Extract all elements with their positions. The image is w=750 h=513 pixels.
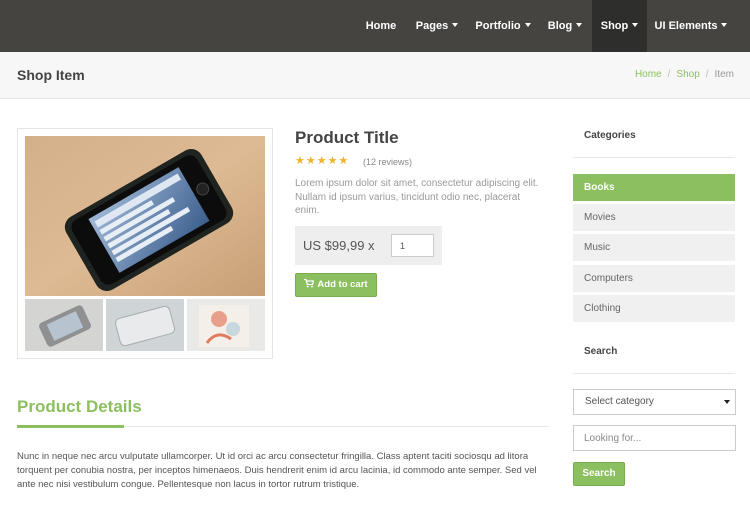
search-button[interactable]: Search (573, 462, 625, 486)
nav-label: Pages (415, 20, 449, 32)
caret-down-icon (632, 23, 639, 28)
page-header: Shop Item Home / Shop / Item (0, 52, 750, 99)
notebook-thumbnail-image (187, 299, 265, 351)
caret-down-icon (721, 23, 728, 28)
add-to-cart-button[interactable]: Add to cart (295, 273, 377, 297)
product-main-image[interactable] (25, 136, 265, 296)
breadcrumb-home-link[interactable]: Home (635, 69, 662, 80)
product-thumbnail[interactable] (106, 299, 184, 351)
category-item-computers[interactable]: Computers (573, 265, 735, 292)
category-item-movies[interactable]: Movies (573, 204, 735, 231)
breadcrumb: Home / Shop / Item (635, 69, 734, 80)
caret-down-icon (452, 23, 459, 28)
category-item-clothing[interactable]: Clothing (573, 295, 735, 322)
caret-down-icon (576, 23, 583, 28)
laptop-thumbnail-image (106, 299, 184, 351)
star-rating-icon: ★★★★★ (295, 155, 350, 167)
category-item-music[interactable]: Music (573, 234, 735, 261)
breadcrumb-separator: / (705, 69, 709, 80)
nav-label: Home (365, 20, 397, 32)
divider (573, 373, 735, 374)
categories-heading: Categories (584, 130, 636, 141)
smartphone-thumbnail-image (25, 299, 103, 351)
product-gallery (17, 128, 273, 359)
breadcrumb-separator: / (667, 69, 671, 80)
nav-label: UI Elements (654, 20, 718, 32)
category-select-value: Select category (585, 396, 654, 407)
product-thumbnail[interactable] (25, 299, 103, 351)
breadcrumb-shop-link[interactable]: Shop (676, 69, 699, 80)
nav-label: Blog (547, 20, 573, 32)
nav-label: Portfolio (475, 20, 521, 32)
product-description: Lorem ipsum dolor sit amet, consectetur … (295, 178, 539, 216)
search-heading: Search (584, 346, 618, 357)
add-to-cart-label: Add to cart (317, 279, 368, 290)
heading-underline (17, 425, 124, 428)
nav-item-ui-elements[interactable]: UI Elements (649, 0, 733, 52)
product-price: US $99,99 x (303, 238, 375, 253)
smartphone-image (25, 136, 265, 296)
review-count-link[interactable]: (12 reviews) (363, 157, 412, 167)
price-box: US $99,99 x (295, 226, 442, 265)
quantity-input[interactable] (391, 234, 434, 257)
category-item-books[interactable]: Books (573, 174, 735, 201)
product-title: Product Title (295, 128, 399, 147)
product-details-text: Nunc in neque nec arcu vulputate ullamco… (17, 451, 537, 490)
nav-item-shop[interactable]: Shop (592, 0, 647, 52)
top-navbar: Home Pages Portfolio Blog Shop UI Elemen… (0, 0, 750, 52)
product-details-heading: Product Details (17, 397, 142, 416)
nav-item-pages[interactable]: Pages (408, 0, 466, 52)
page-title: Shop Item (17, 67, 85, 83)
shopping-cart-icon (304, 278, 315, 288)
product-thumbnail[interactable] (187, 299, 265, 351)
nav-item-home[interactable]: Home (356, 0, 406, 52)
nav-item-blog[interactable]: Blog (540, 0, 590, 52)
search-input[interactable] (573, 425, 736, 451)
nav-item-portfolio[interactable]: Portfolio (468, 0, 538, 52)
category-select[interactable]: Select category (573, 389, 736, 415)
breadcrumb-current: Item (714, 69, 734, 80)
divider (573, 157, 735, 158)
chevron-down-icon (724, 400, 730, 404)
nav-label: Shop (600, 20, 629, 32)
caret-down-icon (524, 23, 531, 28)
